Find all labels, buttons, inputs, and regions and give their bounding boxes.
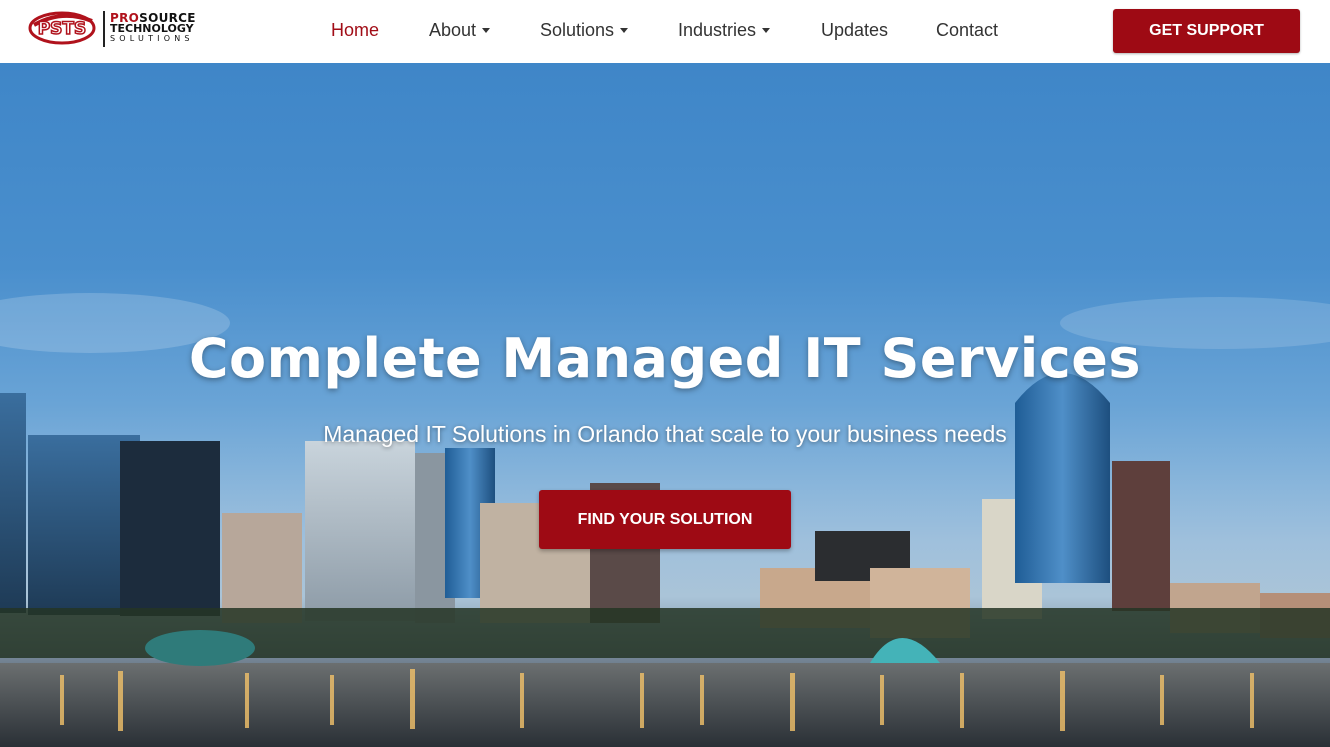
caret-down-icon (762, 27, 771, 33)
nav-about-label: About (429, 20, 477, 40)
logo-mark-text: PSTS (38, 19, 87, 39)
hero-title: Complete Managed IT Services (188, 327, 1142, 390)
hero-subtitle: Managed IT Solutions in Orlando that sca… (323, 421, 1007, 447)
logo-line-3: SOLUTIONS (110, 34, 194, 43)
hero-section: Complete Managed IT Services Managed IT … (0, 63, 1330, 747)
nav-contact[interactable]: Contact (936, 20, 998, 41)
nav-home[interactable]: Home (331, 20, 379, 41)
nav-solutions[interactable]: Solutions (540, 20, 629, 41)
logo-wordmark: PROSOURCE TECHNOLOGY SOLUTIONS (110, 12, 230, 43)
nav-updates[interactable]: Updates (821, 20, 888, 41)
nav-home-label: Home (331, 20, 380, 40)
caret-down-icon (482, 27, 491, 33)
get-support-button[interactable]: GET SUPPORT (1113, 9, 1300, 53)
nav-solutions-label: Solutions (540, 20, 615, 40)
nav-industries[interactable]: Industries (678, 20, 771, 41)
logo-mark-icon: PSTS (28, 11, 96, 45)
nav-industries-label: Industries (678, 20, 757, 40)
site-header: PSTS PROSOURCE TECHNOLOGY SOLUTIONS Home… (0, 0, 1330, 63)
caret-down-icon (620, 27, 629, 33)
logo-divider (103, 11, 105, 47)
logo-line-2: TECHNOLOGY (110, 22, 194, 35)
nav-contact-label: Contact (936, 20, 999, 40)
nav-updates-label: Updates (821, 20, 889, 40)
city-skyline-image (0, 293, 1330, 747)
nav-about[interactable]: About (429, 20, 491, 41)
find-your-solution-button[interactable]: FIND YOUR SOLUTION (539, 490, 791, 549)
site-logo[interactable]: PSTS PROSOURCE TECHNOLOGY SOLUTIONS (28, 7, 223, 51)
